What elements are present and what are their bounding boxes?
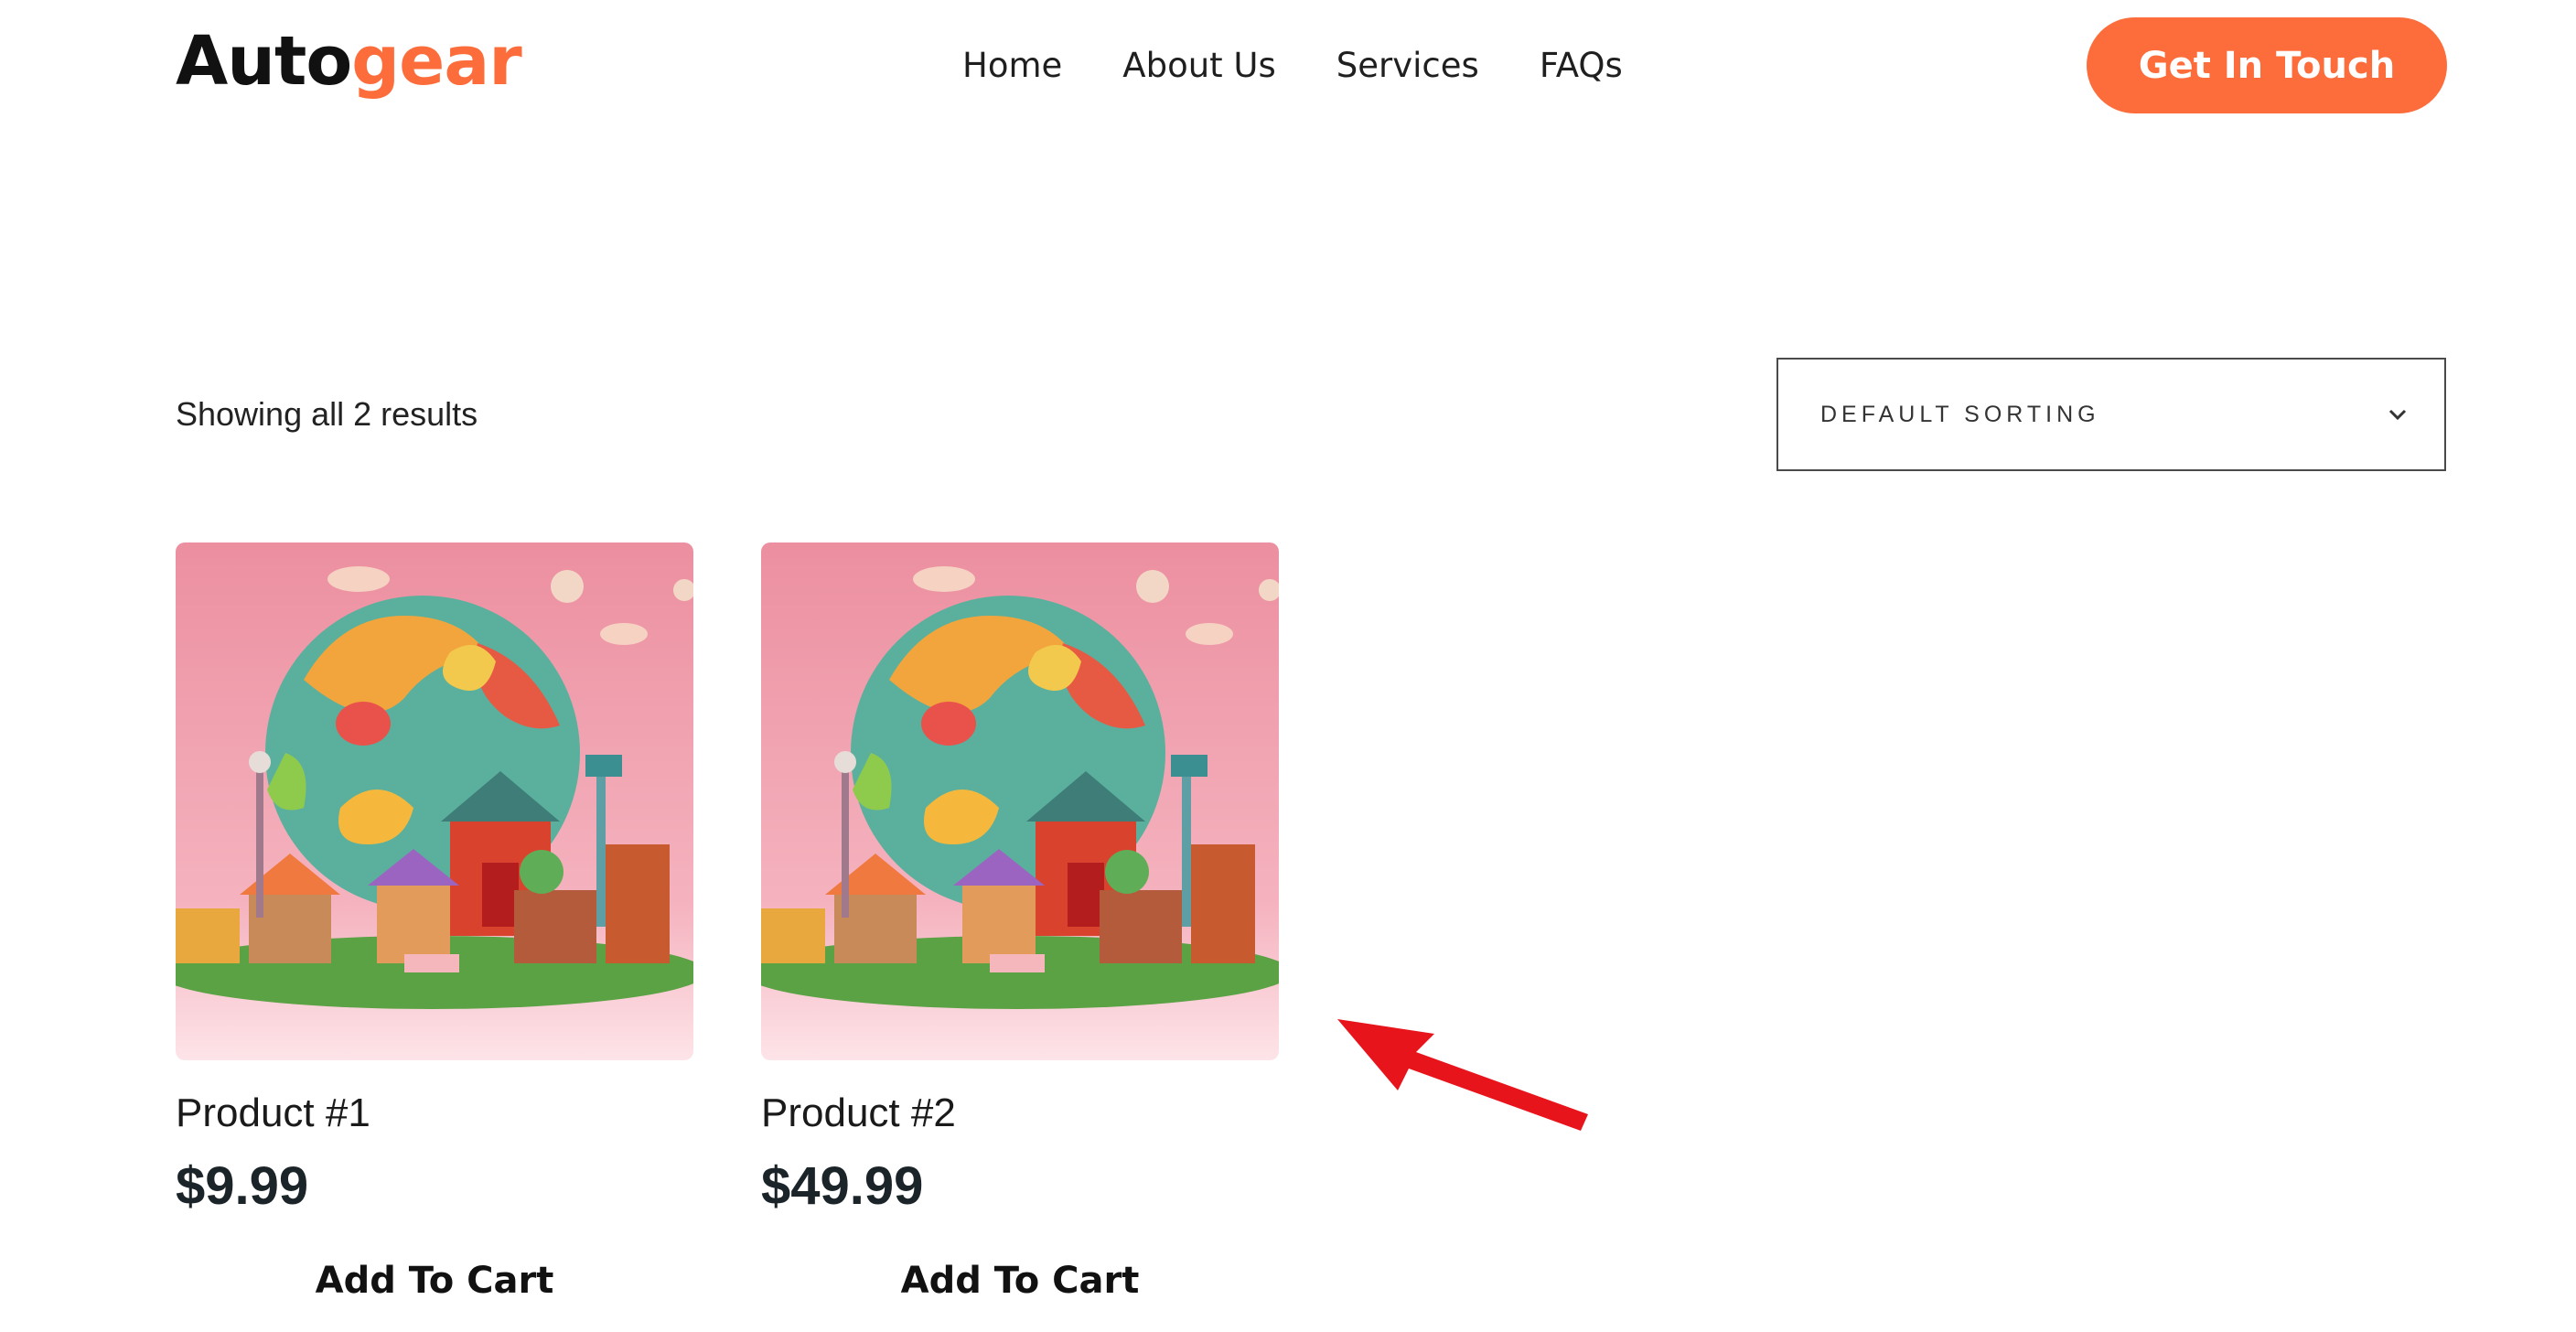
product-name[interactable]: Product #1 — [176, 1088, 693, 1139]
nav-about-us[interactable]: About Us — [1122, 38, 1276, 93]
logo-text-auto: Auto — [176, 22, 352, 101]
add-to-cart-button[interactable]: Add To Cart — [761, 1258, 1279, 1304]
sorting-select[interactable]: DEFAULT SORTING — [1776, 358, 2446, 471]
nav-services[interactable]: Services — [1336, 38, 1479, 93]
product-name[interactable]: Product #2 — [761, 1088, 1279, 1139]
product-card: Product #1 $9.99 Add To Cart — [176, 542, 693, 1302]
logo-text-gear: gear — [351, 22, 522, 101]
product-image[interactable] — [761, 542, 1279, 1060]
product-price: $49.99 — [761, 1156, 924, 1216]
chevron-down-icon — [2388, 409, 2407, 421]
site-logo[interactable]: Autogear — [176, 20, 522, 102]
add-to-cart-button[interactable]: Add To Cart — [176, 1258, 693, 1304]
nav-home[interactable]: Home — [962, 38, 1062, 93]
product-image[interactable] — [176, 542, 693, 1060]
result-count: Showing all 2 results — [176, 395, 478, 433]
nav-faqs[interactable]: FAQs — [1540, 38, 1623, 93]
product-card: Product #2 $49.99 Add To Cart — [761, 542, 1279, 1302]
annotation-arrow-icon — [1331, 1013, 1594, 1137]
get-in-touch-button[interactable]: Get In Touch — [2087, 17, 2447, 113]
product-price: $9.99 — [176, 1156, 309, 1216]
sorting-label: DEFAULT SORTING — [1820, 401, 2100, 427]
main-nav: Home About Us Services FAQs — [962, 38, 1623, 93]
